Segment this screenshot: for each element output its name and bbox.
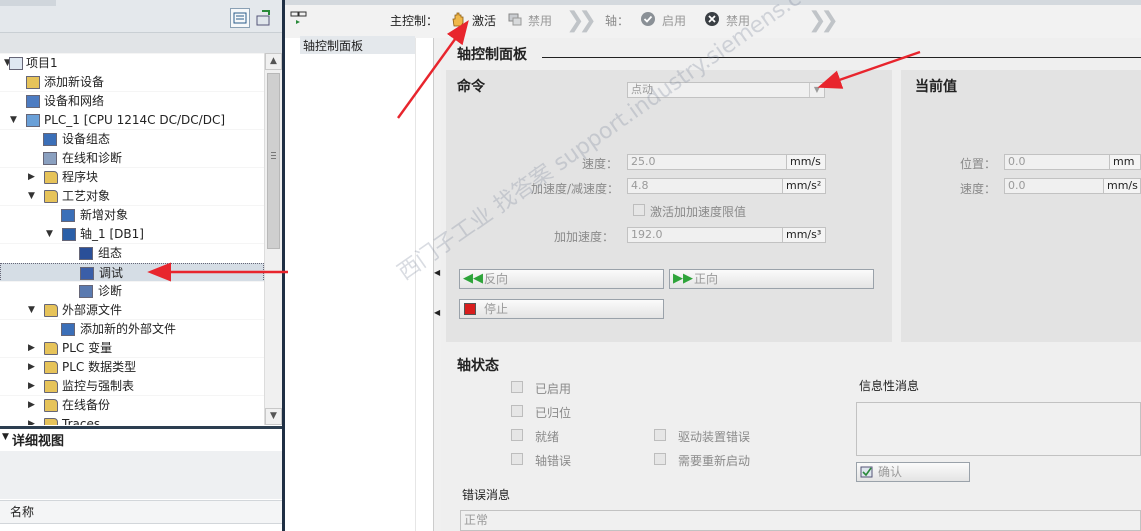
annotation-arrows [147,20,921,282]
arrow-to-activate [397,20,469,119]
arrow-to-mode-select [817,50,921,89]
